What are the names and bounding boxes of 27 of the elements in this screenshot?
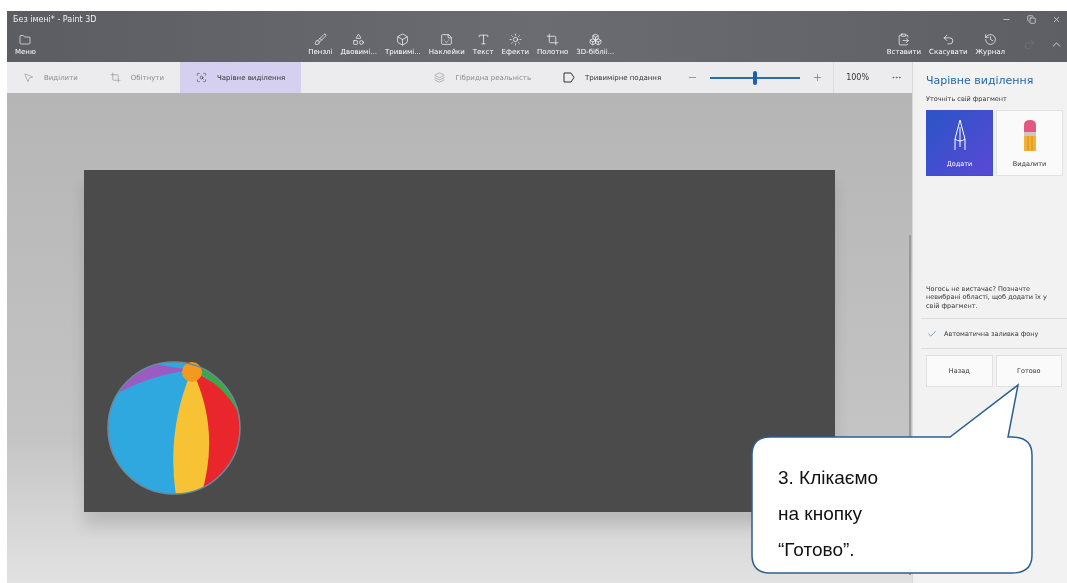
window-title: Без імені* - Paint 3D (13, 14, 97, 24)
restore-icon[interactable] (1027, 14, 1036, 24)
boxes-icon (588, 33, 602, 46)
cube-icon (396, 33, 410, 46)
sticker-icon (440, 33, 454, 46)
zoom-in-icon[interactable] (812, 72, 824, 83)
flag-icon (563, 72, 576, 83)
folder-icon (19, 33, 32, 46)
panel-title: Чарівне виділення (926, 74, 1035, 87)
pen-nib-icon (952, 118, 967, 151)
sun-icon (508, 33, 522, 46)
slider-thumb[interactable] (753, 70, 758, 85)
crop-icon (109, 72, 121, 83)
undo-icon (941, 33, 955, 46)
history-icon (983, 33, 997, 46)
crop-icon (546, 33, 560, 46)
pointer-icon (23, 72, 34, 83)
close-icon[interactable] (1052, 14, 1061, 24)
callout-text: 3. Клікаємо на кнопку “Готово”. (778, 466, 879, 562)
layers-icon (434, 72, 446, 83)
checkbox[interactable] (926, 328, 937, 339)
shapes-icon (352, 33, 366, 46)
brush-icon (313, 33, 327, 46)
selection-icon (196, 72, 207, 83)
eraser-pencil-icon (1022, 118, 1037, 151)
text-icon (476, 33, 490, 46)
paste-icon (897, 33, 911, 46)
